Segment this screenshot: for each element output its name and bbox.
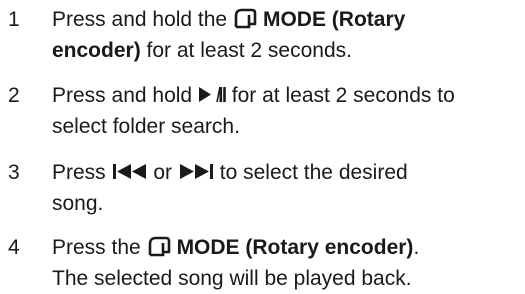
- mode-button-label: MODE (Rotary encoder): [176, 236, 414, 259]
- mode-button-label-cont: encoder): [52, 39, 141, 62]
- step-text: Press or to select the desired song.: [52, 157, 522, 219]
- step-text: Press and hold the MODE (Rotary encoder)…: [52, 4, 522, 66]
- step-number: 1: [8, 8, 20, 31]
- previous-track-icon: [112, 163, 146, 179]
- step-text-segment: Press and hold the: [52, 8, 228, 31]
- step-text-segment: select folder search.: [52, 115, 240, 138]
- step-number: 2: [8, 84, 20, 107]
- mode-icon: [148, 237, 170, 257]
- step-text-segment: Press: [52, 161, 106, 184]
- step-text-segment: Press the: [52, 236, 141, 259]
- next-track-icon: [179, 163, 213, 179]
- step-text-segment: .: [413, 236, 420, 259]
- mode-button-label: MODE (Rotary: [262, 8, 406, 31]
- step-text: Press and hold for at least 2 seconds to…: [52, 80, 522, 142]
- step-text-segment: The selected song will be played back.: [52, 267, 412, 290]
- step-text-segment: or: [153, 161, 173, 184]
- step-number: 3: [8, 161, 20, 184]
- step-text-segment: song.: [52, 192, 104, 215]
- step-text: Press the MODE (Rotary encoder). The sel…: [52, 232, 522, 294]
- mode-icon: [234, 9, 257, 29]
- step-text-segment: for at least 2 seconds.: [146, 39, 352, 62]
- step-text-segment: Press and hold: [52, 84, 193, 107]
- step-text-segment: to select the desired: [219, 161, 408, 184]
- step-text-segment: for at least 2 seconds to: [231, 84, 455, 107]
- play-pause-icon: [198, 86, 226, 103]
- step-number: 4: [8, 236, 20, 259]
